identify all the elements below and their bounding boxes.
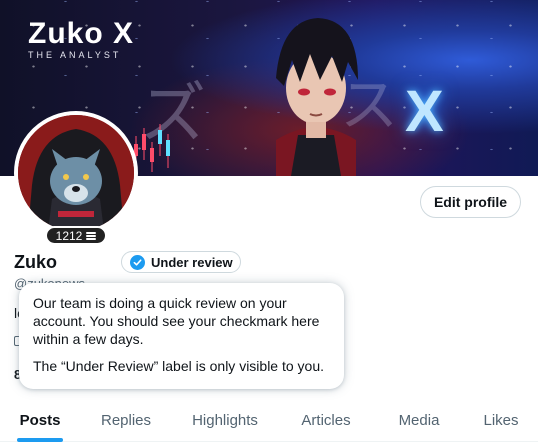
tab-label: Likes xyxy=(483,412,519,429)
tab-articles[interactable]: Articles xyxy=(278,400,374,442)
tab-label: Media xyxy=(398,412,440,429)
tab-label: Highlights xyxy=(192,412,258,429)
avatar-hooded-wolf-image xyxy=(18,115,134,231)
edit-profile-button[interactable]: Edit profile xyxy=(420,186,521,218)
profile-tabs: Posts Replies Highlights Articles Media … xyxy=(0,400,538,442)
tooltip-message: Our team is doing a quick review on your… xyxy=(33,295,320,347)
under-review-tooltip: Our team is doing a quick review on your… xyxy=(19,283,344,389)
banner-glowing-x: X xyxy=(405,79,444,144)
banner-candles-graphic xyxy=(134,124,170,172)
verified-check-icon xyxy=(130,254,145,270)
tab-highlights[interactable]: Highlights xyxy=(172,400,278,442)
tooltip-visibility-note: The “Under Review” label is only visible… xyxy=(33,358,325,374)
menu-lines-icon xyxy=(86,231,97,240)
followers-badge[interactable]: 1212 xyxy=(45,226,107,245)
active-tab-indicator xyxy=(17,438,63,442)
tab-label: Replies xyxy=(100,412,152,429)
tab-label: Articles xyxy=(301,412,351,429)
under-review-chip[interactable]: Under review xyxy=(121,251,241,273)
tab-posts[interactable]: Posts xyxy=(0,400,80,442)
avatar[interactable] xyxy=(14,111,138,235)
under-review-label: Under review xyxy=(151,254,233,270)
tab-replies[interactable]: Replies xyxy=(80,400,172,442)
display-name: Zuko xyxy=(14,252,57,272)
banner-anime-character xyxy=(276,18,358,176)
banner-brand: Zuko X THE ANALYST xyxy=(28,17,135,61)
tab-media[interactable]: Media xyxy=(374,400,464,442)
banner-brand-name: Zuko X xyxy=(28,17,135,50)
tab-likes[interactable]: Likes xyxy=(464,400,538,442)
followers-badge-count: 1212 xyxy=(55,228,83,243)
tab-label: Posts xyxy=(19,412,61,429)
banner-brand-subtitle: THE ANALYST xyxy=(28,50,122,60)
